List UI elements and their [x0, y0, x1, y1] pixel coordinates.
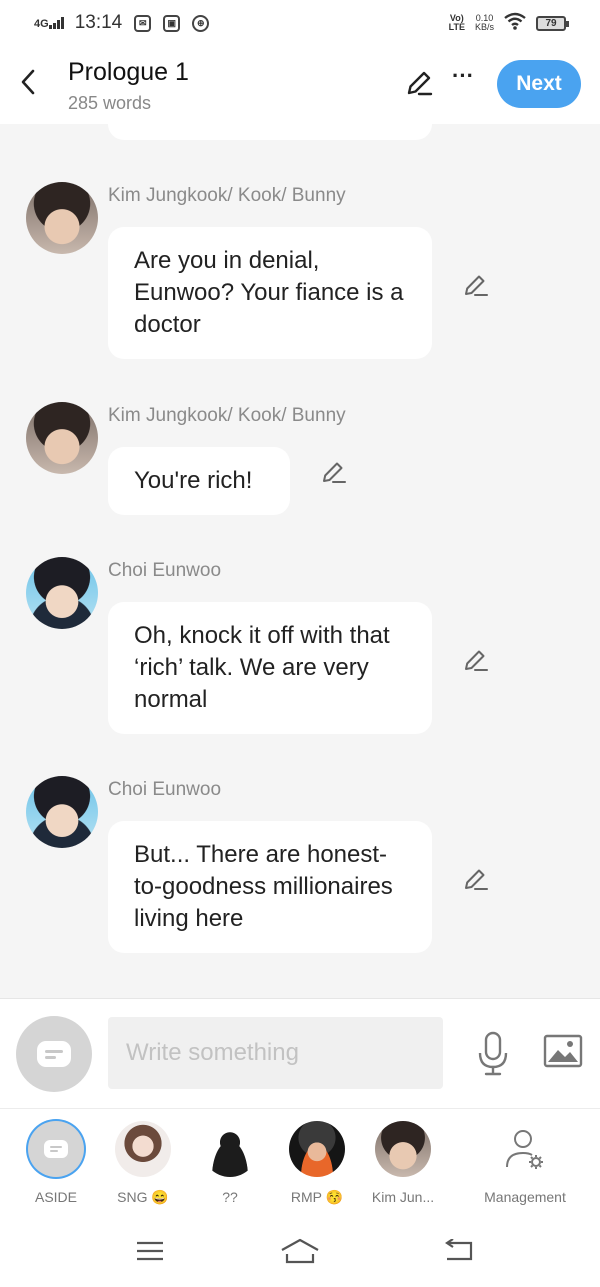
character-bar: ASIDE SNG 😄 ?? RMP 😚 Kim Jun... Manageme…: [0, 1108, 600, 1218]
avatar[interactable]: [26, 182, 98, 254]
character-sng[interactable]: SNG 😄: [98, 1121, 188, 1206]
system-nav-bar: [0, 1218, 600, 1287]
wifi-icon: [504, 12, 526, 35]
character-label: RMP 😚: [290, 1189, 344, 1205]
edit-message-button[interactable]: [461, 270, 491, 300]
aside-bubble-icon: [37, 1041, 71, 1067]
back-button[interactable]: [14, 64, 42, 100]
page-title: Prologue 1: [68, 58, 189, 86]
network-speed: 0.10 KB/s: [475, 14, 494, 32]
mail-notification-icon: ✉: [134, 14, 152, 32]
app-notification-icon: ▣: [163, 14, 181, 32]
clock: 13:14: [74, 12, 123, 33]
character-unknown[interactable]: ??: [185, 1121, 275, 1205]
aside-bubble-icon: [44, 1140, 68, 1158]
download-notification-icon: ⊕: [192, 14, 210, 32]
character-label: Management: [484, 1189, 566, 1205]
character-rmp[interactable]: RMP 😚: [272, 1121, 362, 1206]
home-icon: [281, 1238, 319, 1264]
status-right: Vo) LTE 0.10 KB/s 79: [448, 12, 569, 35]
avatar[interactable]: [26, 402, 98, 474]
chat-area[interactable]: Kim Jungkook/ Kook/ Bunny Are you in den…: [0, 124, 600, 998]
aside-toggle-button[interactable]: [16, 1016, 92, 1092]
insert-image-button[interactable]: [542, 1033, 584, 1069]
pencil-icon: [465, 275, 488, 296]
avatar: [115, 1121, 171, 1177]
pencil-icon: [465, 650, 488, 671]
sender-name: Kim Jungkook/ Kook/ Bunny: [108, 185, 346, 206]
composer-bar: [0, 998, 600, 1108]
sender-name: Choi Eunwoo: [108, 779, 222, 800]
next-button[interactable]: Next: [497, 60, 581, 108]
pencil-icon: [323, 462, 346, 483]
more-options-button[interactable]: ···: [446, 62, 480, 96]
character-management[interactable]: Management: [480, 1121, 570, 1205]
avatar: [375, 1121, 431, 1177]
voice-input-button[interactable]: [474, 1029, 512, 1079]
message-bubble[interactable]: Are you in denial, Eunwoo? Your fiance i…: [108, 227, 432, 359]
edit-message-button[interactable]: [461, 645, 491, 675]
character-label: ASIDE: [34, 1189, 77, 1205]
word-count: 285 words: [68, 93, 152, 113]
avatar: [289, 1121, 345, 1177]
volte-icon: Vo) LTE: [448, 13, 465, 32]
message-bubble[interactable]: But... There are honest-to-goodness mill…: [108, 821, 432, 953]
menu-icon: [137, 1241, 163, 1261]
avatar[interactable]: [26, 776, 98, 848]
avatar: [202, 1121, 258, 1177]
microphone-icon: [478, 1031, 508, 1076]
network-speed-unit: KB/s: [474, 22, 494, 32]
signal-icon: [48, 17, 64, 29]
avatar[interactable]: [26, 557, 98, 629]
message-bubble[interactable]: You're rich!: [108, 447, 290, 515]
sender-name: Choi Eunwoo: [108, 560, 222, 581]
header: Prologue 1 285 words ··· Next: [0, 46, 600, 124]
edit-title-button[interactable]: [402, 66, 436, 100]
message-bubble[interactable]: Oh, knock it off with that ‘rich’ talk. …: [108, 602, 432, 734]
pencil-icon: [407, 71, 433, 96]
sender-name: Kim Jungkook/ Kook/ Bunny: [108, 405, 346, 426]
battery-icon: 79: [536, 15, 569, 31]
signal-indicator: 4G: [34, 17, 67, 30]
character-label: Kim Jun...: [371, 1189, 435, 1205]
back-arrow-icon: [445, 1239, 473, 1261]
message-bubble-partial: [108, 124, 432, 140]
chevron-left-icon: [21, 69, 35, 95]
character-label: ??: [222, 1189, 238, 1205]
character-label: SNG 😄: [117, 1189, 169, 1205]
back-nav-button[interactable]: [438, 1236, 478, 1266]
home-button[interactable]: [280, 1236, 320, 1266]
network-type: 4G: [34, 18, 49, 30]
aside-avatar: [28, 1121, 84, 1177]
pencil-icon: [465, 869, 488, 890]
status-bar: 4G 13:14 ✉ ▣ ⊕ Vo) LTE 0.10 KB/s 79: [0, 0, 600, 46]
character-kim-jungkook[interactable]: Kim Jun...: [358, 1121, 448, 1205]
edit-message-button[interactable]: [461, 864, 491, 894]
image-icon: [543, 1034, 583, 1068]
message-input[interactable]: [108, 1017, 443, 1089]
user-settings-icon: [497, 1121, 553, 1177]
edit-message-button[interactable]: [319, 457, 349, 487]
user-gear-icon: [506, 1130, 543, 1169]
character-aside[interactable]: ASIDE: [11, 1121, 101, 1205]
recents-button[interactable]: [130, 1236, 170, 1266]
status-left: 4G 13:14 ✉ ▣ ⊕: [34, 12, 210, 34]
